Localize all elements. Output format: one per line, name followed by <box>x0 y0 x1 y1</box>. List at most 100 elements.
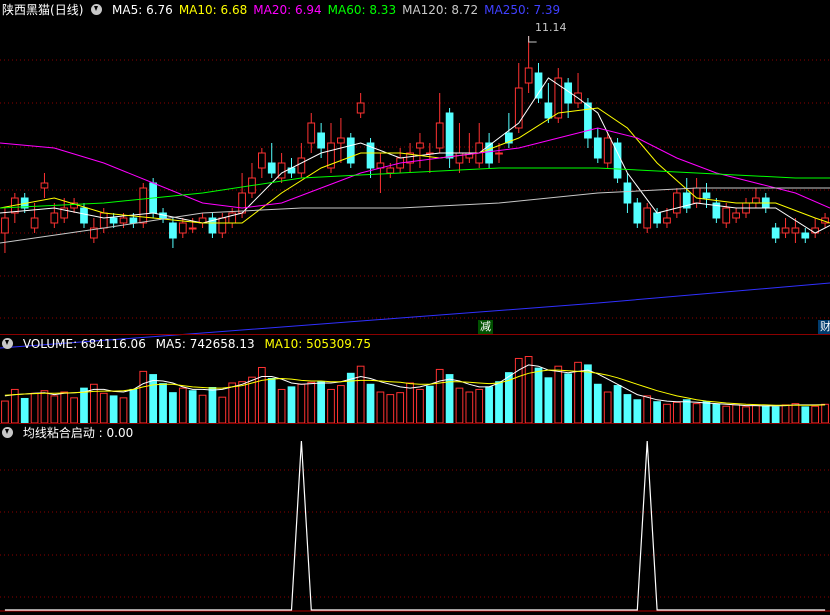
volume-bar <box>218 396 227 424</box>
candle-body <box>455 152 464 164</box>
candle-body <box>346 137 355 164</box>
candle-body <box>643 207 652 229</box>
volume-bar <box>564 373 573 424</box>
indicator-panel-header: 均线粘合启动 : 0.00 <box>2 424 139 442</box>
candle-body <box>267 162 276 174</box>
ma-legend-item: MA5: 6.76 <box>112 3 173 17</box>
candle-body <box>50 212 59 224</box>
candle-body <box>218 217 227 234</box>
candle-body <box>40 182 49 189</box>
high-marker-line <box>528 36 537 43</box>
volume-bar <box>791 403 800 424</box>
volume-bar <box>623 394 632 424</box>
volume-bar <box>633 399 642 424</box>
candle-body <box>139 187 148 224</box>
candle-body <box>801 232 810 239</box>
volume-bar <box>149 374 158 424</box>
volume-bar <box>208 387 217 424</box>
signal-finance-tag[interactable]: 财 <box>818 320 830 334</box>
candle-body <box>752 197 760 204</box>
candle-body <box>603 137 612 164</box>
candlestick-layer[interactable] <box>1 36 829 253</box>
volume-bar <box>386 394 395 424</box>
candle-body <box>791 227 800 234</box>
candle-body <box>99 212 108 229</box>
volume-bar <box>119 397 128 424</box>
volume-bar <box>70 397 78 424</box>
volume-bar <box>327 388 335 424</box>
volume-bar <box>257 366 266 424</box>
chevron-down-icon[interactable] <box>91 4 103 15</box>
volume-bar <box>682 399 691 424</box>
volume-bars-layer[interactable] <box>1 356 829 424</box>
volume-bar <box>821 403 829 424</box>
candle-body <box>514 87 523 129</box>
chevron-down-icon[interactable] <box>2 427 13 438</box>
volume-bar <box>60 391 69 424</box>
volume-bar <box>30 392 39 424</box>
volume-bar <box>129 388 138 424</box>
volume-bar <box>672 401 681 424</box>
volume-bar <box>109 395 118 424</box>
candle-body <box>593 137 602 159</box>
volume-bar <box>475 388 484 424</box>
volume-bar <box>159 383 167 424</box>
volume-ma5: MA5: 742658.13 <box>155 337 255 351</box>
candle-body <box>178 222 187 234</box>
volume-bar <box>406 382 414 424</box>
volume-bar <box>297 383 306 424</box>
signal-reduce-tag[interactable]: 减 <box>478 320 493 334</box>
candle-body <box>495 152 503 155</box>
volume-bar <box>169 392 177 424</box>
candle-body <box>623 182 632 204</box>
candle-body <box>534 72 543 99</box>
volume-bar <box>356 365 365 424</box>
volume-bar <box>228 382 237 424</box>
volume-bar <box>40 390 49 424</box>
volume-bar <box>495 381 503 424</box>
volume-bar <box>139 370 148 424</box>
candle-body <box>188 227 197 230</box>
candle-body <box>317 132 325 149</box>
volume-bar <box>396 392 405 424</box>
ma5-line <box>0 77 830 234</box>
volume-ma5-line <box>4 364 826 407</box>
candle-body <box>524 67 533 84</box>
volume-bar <box>742 406 750 424</box>
candle-body <box>633 202 642 224</box>
volume-bar <box>761 405 770 424</box>
volume-bar <box>425 385 434 424</box>
candle-body <box>732 212 740 219</box>
candle-body <box>672 192 681 214</box>
volume-bar <box>702 401 711 424</box>
volume-bar <box>178 387 187 424</box>
price-panel-header: 陕西黑猫(日线) MA5: 6.76 MA10: 6.68 MA20: 6.94 MA… <box>2 1 572 19</box>
volume-bar <box>485 386 493 424</box>
volume-ma10: MA10: 505309.75 <box>264 337 372 351</box>
candle-body <box>663 217 671 224</box>
volume-value: VOLUME: 684116.06 <box>22 337 146 351</box>
volume-bar <box>584 364 592 424</box>
volume-bar <box>1 400 9 424</box>
candle-body <box>356 102 365 114</box>
volume-ma-layer <box>4 364 826 407</box>
volume-bar <box>712 403 721 424</box>
candle-body <box>80 207 88 224</box>
indicator-title: 均线粘合启动 : 0.00 <box>22 426 134 440</box>
chevron-down-icon[interactable] <box>2 338 13 349</box>
volume-bar <box>416 388 424 424</box>
volume-bar <box>544 377 553 424</box>
candle-body <box>109 217 118 224</box>
volume-bar <box>366 383 375 424</box>
chart-stage <box>0 36 830 612</box>
volume-bar <box>692 403 701 424</box>
volume-bar <box>99 392 108 424</box>
ma-legend: MA5: 6.76 MA10: 6.68 MA20: 6.94 MA60: 8.33 M… <box>112 3 566 17</box>
volume-bar <box>771 406 780 424</box>
stock-name[interactable]: 陕西黑猫 <box>2 3 50 17</box>
volume-panel-header: VOLUME: 684116.06 MA5: 742658.13 MA10: 5… <box>2 335 377 353</box>
indicator-line <box>4 440 826 611</box>
high-price-marker: 11.14 <box>535 21 567 34</box>
candle-body <box>30 217 39 229</box>
candle-body <box>416 142 424 149</box>
